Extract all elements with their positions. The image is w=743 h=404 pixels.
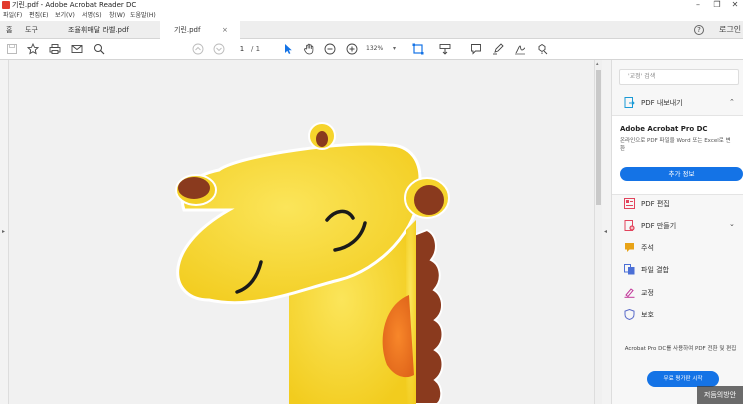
search-icon[interactable] [92, 42, 106, 56]
tool-label: 보호 [641, 311, 654, 319]
comment-icon[interactable] [469, 42, 483, 56]
tool-label: 교정 [641, 289, 654, 297]
tab-home[interactable]: 홈 [6, 21, 12, 39]
prev-page-icon[interactable] [191, 42, 205, 56]
export-pdf-icon [624, 97, 635, 108]
document-tab-label-pdf[interactable]: 조율휘매달 라벨.pdf [62, 21, 157, 39]
tab-tools[interactable]: 도구 [25, 21, 38, 39]
expand-left-icon: ▸ [2, 228, 6, 235]
collapse-right-icon: ◂ [604, 228, 608, 235]
tools-panel: '교정' 검색 PDF 내보내기 ⌃ Adobe Acrobat Pro DC … [612, 60, 743, 404]
email-icon[interactable] [70, 42, 84, 56]
comment-tool-icon [625, 243, 634, 252]
promo-title: Adobe Acrobat Pro DC [620, 125, 708, 133]
fill-sign-icon[interactable] [513, 42, 527, 56]
restore-button[interactable]: ❐ [711, 0, 723, 10]
tool-label: PDF 만들기 [641, 222, 677, 230]
read-mode-icon[interactable] [438, 42, 452, 56]
tools-search-input[interactable]: '교정' 검색 [619, 69, 739, 85]
select-cursor-icon[interactable] [281, 42, 295, 56]
scroll-up-icon[interactable]: ▴ [596, 61, 599, 67]
acrobat-app-icon [2, 1, 10, 9]
giraffe-illustration [175, 122, 450, 404]
toolbar: 1 / 1 132% ▾ [0, 39, 743, 60]
zoom-in-icon[interactable] [345, 42, 359, 56]
pro-upsell-text: Acrobat Pro DC를 사용하여 PDF 전환 및 편집 [624, 346, 737, 352]
menu-sign[interactable]: 서명(S) [82, 11, 102, 21]
tab-close-icon[interactable]: × [222, 21, 228, 39]
next-page-icon[interactable] [212, 42, 226, 56]
protect-icon [624, 309, 635, 320]
menu-edit[interactable]: 편집(E) [29, 11, 49, 21]
login-button[interactable]: 로그인 [719, 21, 741, 39]
redact-icon [624, 288, 635, 298]
highlight-pen-icon[interactable] [491, 42, 505, 56]
tab-bar: 홈 도구 조율휘매달 라벨.pdf 기린.pdf × ? 로그인 [0, 21, 743, 39]
export-pdf-label: PDF 내보내기 [641, 99, 683, 107]
combine-files-icon [624, 264, 635, 275]
minimize-button[interactable]: – [692, 0, 704, 10]
document-view[interactable] [9, 60, 594, 404]
hand-tool-icon[interactable] [302, 42, 316, 56]
right-panel-toggle[interactable]: ◂ [602, 60, 612, 404]
menu-bar: 파일(F) 편집(E) 보기(V) 서명(S) 창(W) 도움말(H) [0, 11, 743, 21]
print-icon[interactable] [48, 42, 62, 56]
menu-file[interactable]: 파일(F) [3, 11, 22, 21]
create-pdf-icon [624, 220, 635, 231]
scrollbar-thumb[interactable] [596, 70, 601, 205]
free-trial-button[interactable]: 무료 평가판 시작 [647, 371, 719, 387]
more-info-button[interactable]: 추가 정보 [620, 167, 743, 181]
pdf-page [9, 60, 594, 404]
page-fit-icon[interactable] [411, 42, 425, 56]
zoom-out-icon[interactable] [323, 42, 337, 56]
menu-view[interactable]: 보기(V) [55, 11, 75, 21]
chevron-down-icon[interactable]: ⌄ [729, 220, 735, 228]
title-bar: 기린.pdf - Adobe Acrobat Reader DC – ❐ ✕ [0, 0, 743, 11]
left-panel-toggle[interactable]: ▸ [0, 60, 9, 404]
zoom-level[interactable]: 132% [366, 43, 394, 55]
page-total: / 1 [251, 45, 261, 53]
window-title: 기린.pdf - Adobe Acrobat Reader DC [12, 1, 137, 9]
help-icon[interactable]: ? [694, 25, 704, 35]
save-icon[interactable] [5, 42, 19, 56]
close-button[interactable]: ✕ [729, 0, 741, 10]
share-tools-icon[interactable] [535, 42, 549, 56]
watermark: 저듬의방안 [697, 386, 743, 404]
edit-pdf-icon [624, 198, 635, 209]
document-tab-giraffe-pdf[interactable]: 기린.pdf [160, 21, 240, 39]
zoom-dropdown-icon[interactable]: ▾ [393, 43, 396, 55]
promo-description: 온라인으로 PDF 파일을 Word 또는 Excel로 변환 [620, 138, 731, 152]
tool-label: 파일 결합 [641, 266, 669, 274]
chevron-up-icon[interactable]: ⌃ [729, 98, 735, 106]
vertical-scrollbar[interactable]: ▴ [594, 60, 602, 404]
menu-help[interactable]: 도움말(H) [130, 11, 156, 21]
bookmark-star-icon[interactable] [26, 42, 40, 56]
tool-label: 주석 [641, 244, 654, 252]
tool-label: PDF 편집 [641, 200, 670, 208]
promo-card: Adobe Acrobat Pro DC 온라인으로 PDF 파일을 Word … [612, 115, 743, 195]
menu-window[interactable]: 창(W) [109, 11, 125, 21]
page-number-input[interactable]: 1 [234, 43, 250, 55]
